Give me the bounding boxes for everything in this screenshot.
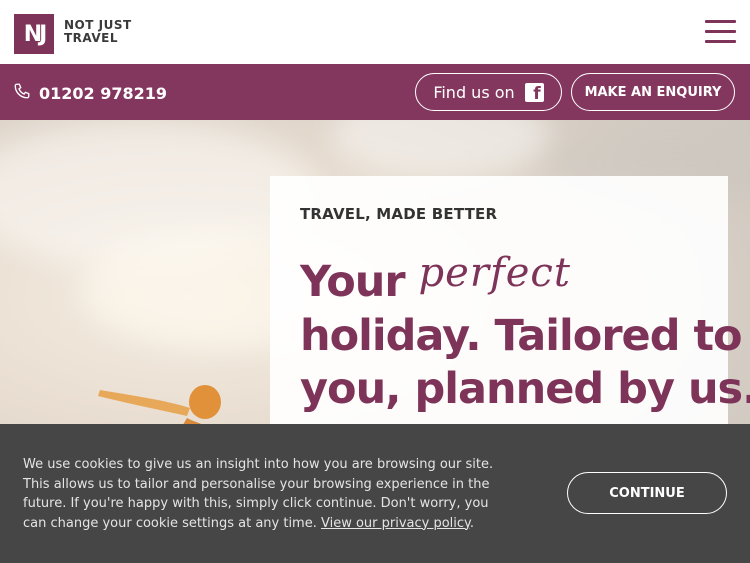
make-enquiry-button[interactable]: MAKE AN ENQUIRY (571, 73, 735, 111)
phone-number: 01202 978219 (39, 83, 168, 103)
brand-name[interactable]: NOT JUST TRAVEL (64, 19, 132, 45)
headline-script-word: perfect (418, 250, 571, 296)
phone-icon (13, 82, 31, 104)
headline-word: Your (300, 257, 406, 307)
cookie-message-suffix: . (469, 515, 475, 531)
headline-line3: you, planned by us. (300, 364, 750, 414)
headline-line2: holiday. Tailored to (300, 311, 743, 361)
hero-eyebrow: TRAVEL, MADE BETTER (300, 205, 498, 223)
privacy-policy-link[interactable]: View our privacy policy (321, 516, 470, 531)
cookie-banner: We use cookies to give us an insight int… (0, 424, 750, 563)
hamburger-menu-icon[interactable] (705, 17, 736, 45)
facebook-button[interactable]: Find us on f (415, 73, 562, 111)
top-header: NJ NOT JUST TRAVEL (0, 0, 750, 64)
facebook-icon: f (524, 82, 544, 102)
contact-bar: 01202 978219 Find us on f MAKE AN ENQUIR… (0, 64, 750, 120)
logo-mark: NJ (23, 21, 48, 47)
hero-headline: Your perfect holiday. Tailored to you, p… (300, 250, 750, 416)
cookie-continue-button[interactable]: CONTINUE (567, 472, 727, 514)
facebook-label: Find us on (433, 82, 515, 102)
brand-logo[interactable]: NJ (14, 14, 54, 54)
cookie-message: We use cookies to give us an insight int… (23, 455, 503, 533)
brand-name-line2: TRAVEL (64, 31, 119, 45)
phone-link[interactable]: 01202 978219 (13, 82, 167, 104)
